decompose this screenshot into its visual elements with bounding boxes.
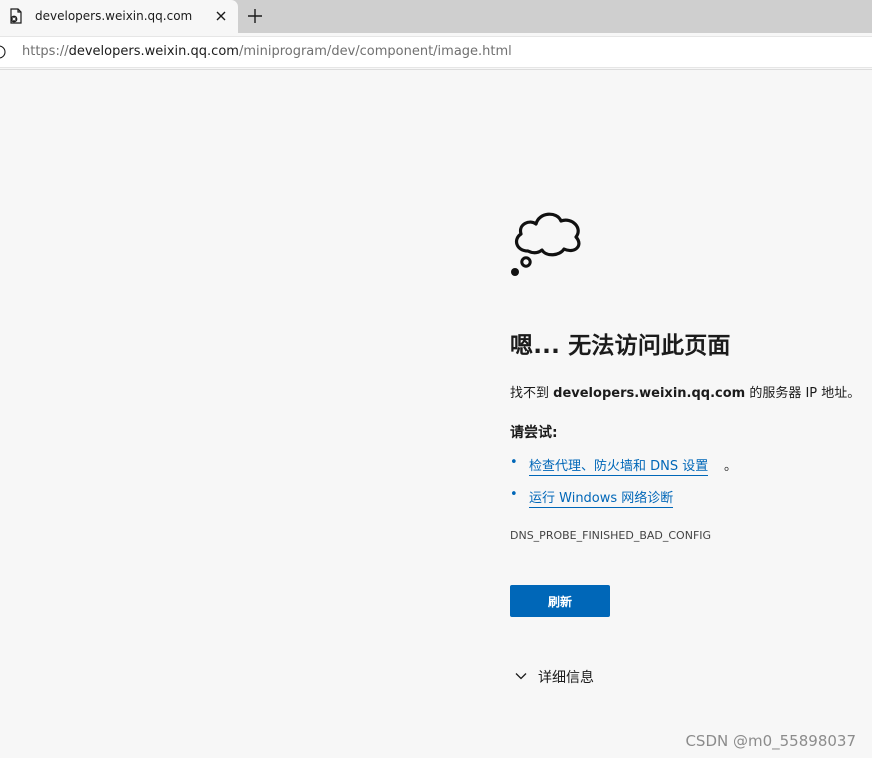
error-desc-host: developers.weixin.qq.com	[553, 386, 746, 401]
error-description: 找不到 developers.weixin.qq.com 的服务器 IP 地址。	[510, 382, 860, 401]
address-bar[interactable]: https://developers.weixin.qq.com/minipro…	[0, 36, 872, 68]
windows-network-diagnostics-link[interactable]: 运行 Windows 网络诊断	[529, 487, 674, 508]
url-host: developers.weixin.qq.com	[68, 44, 239, 59]
link-text: 运行 Windows 网络诊断	[529, 491, 674, 506]
error-code: DNS_PROBE_FINISHED_BAD_CONFIG	[510, 529, 712, 542]
error-title: 嗯... 无法访问此页面	[510, 333, 731, 359]
watermark: CSDN @m0_55898037	[685, 732, 856, 750]
browser-tab[interactable]: developers.weixin.qq.com	[0, 0, 238, 33]
link-text: 检查代理、防火墙和 DNS 设置	[529, 459, 709, 474]
bullet: •	[510, 487, 518, 502]
check-proxy-firewall-dns-link[interactable]: 检查代理、防火墙和 DNS 设置	[529, 455, 709, 476]
error-desc-suffix: 的服务器 IP 地址。	[745, 386, 861, 401]
url-path: /miniprogram/dev/component/image.html	[238, 44, 512, 59]
plus-icon[interactable]	[244, 5, 266, 27]
tab-strip: developers.weixin.qq.com	[0, 0, 872, 33]
tab-title: developers.weixin.qq.com	[35, 9, 193, 23]
url-scheme: https://	[22, 44, 69, 59]
bullet: •	[510, 455, 518, 470]
thought-cloud-icon	[511, 212, 581, 276]
error-desc-prefix: 找不到	[510, 386, 554, 401]
close-icon[interactable]	[212, 7, 230, 25]
try-label: 请尝试:	[510, 425, 558, 441]
suggestion-tail: 。	[724, 459, 738, 474]
details-label: 详细信息	[538, 670, 594, 686]
browser-toolbar: https://developers.weixin.qq.com/minipro…	[0, 33, 872, 70]
info-icon[interactable]	[0, 45, 6, 59]
chevron-down-icon	[515, 673, 527, 680]
refresh-button[interactable]: 刷新	[510, 585, 610, 617]
error-page: 嗯... 无法访问此页面 找不到 developers.weixin.qq.co…	[0, 70, 872, 758]
url-text[interactable]: https://developers.weixin.qq.com/minipro…	[22, 44, 512, 59]
error-page-icon	[10, 8, 22, 24]
